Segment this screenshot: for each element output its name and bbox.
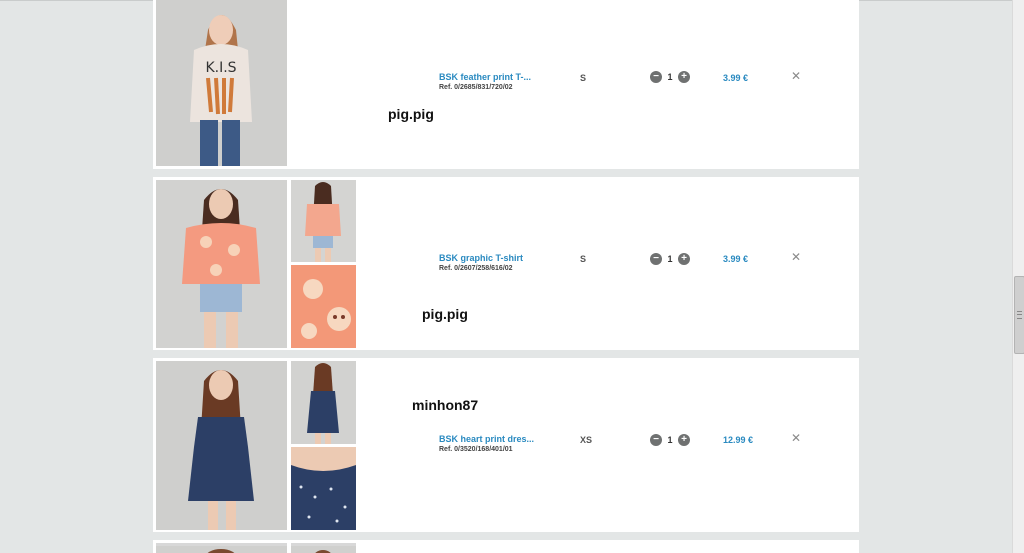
product-price: 3.99 € (723, 73, 749, 83)
minus-circle-icon[interactable]: − (650, 433, 662, 446)
grip-icon (1017, 311, 1022, 319)
product-image[interactable] (156, 361, 287, 530)
product-name-link[interactable]: BSK feather print T-... (439, 72, 531, 82)
svg-text:K.I.S: K.I.S (205, 60, 236, 76)
minus-circle-icon[interactable]: − (650, 70, 662, 83)
cart-item-row: minhon87 BSK heart print dres... Ref. 0/… (153, 358, 859, 532)
cart-item-row: BSK graphic T-shirt Ref. 0/2607/258/616/… (153, 177, 859, 350)
product-image[interactable] (291, 543, 356, 553)
product-size: XS (580, 435, 593, 445)
product-image[interactable]: K.I.S (156, 0, 287, 166)
product-reference: Ref. 0/2685/831/720/02 (439, 84, 513, 91)
quantity-value: 1 (667, 253, 673, 264)
product-price: 3.99 € (723, 254, 749, 264)
product-price: 12.99 € (723, 435, 754, 445)
product-name-link[interactable]: BSK heart print dres... (439, 434, 534, 444)
quantity-stepper: − 1 + (650, 252, 690, 265)
cart-item-row: K.I.S BSK feather print T-... Ref. 0/268… (153, 0, 859, 169)
shopping-cart-page: K.I.S BSK feather print T-... Ref. 0/268… (0, 0, 1024, 553)
quantity-value: 1 (667, 434, 673, 445)
quantity-value: 1 (667, 71, 673, 82)
product-image[interactable] (291, 361, 356, 444)
vertical-scrollbar[interactable] (1012, 0, 1024, 553)
product-image[interactable] (291, 180, 356, 262)
close-icon[interactable]: ✕ (791, 431, 801, 445)
product-image[interactable] (156, 180, 287, 348)
close-icon[interactable]: ✕ (791, 69, 801, 83)
username-watermark: pig.pig (388, 106, 434, 122)
product-reference: Ref. 0/3520/168/401/01 (439, 446, 513, 453)
product-image[interactable] (156, 543, 287, 553)
plus-circle-icon[interactable]: + (678, 433, 690, 446)
plus-circle-icon[interactable]: + (678, 252, 690, 265)
product-name-link[interactable]: BSK graphic T-shirt (439, 253, 523, 263)
product-image[interactable] (291, 447, 356, 530)
product-reference: Ref. 0/2607/258/616/02 (439, 265, 513, 272)
product-size: S (580, 73, 587, 83)
scrollbar-thumb[interactable] (1014, 276, 1024, 354)
minus-circle-icon[interactable]: − (650, 252, 662, 265)
username-watermark: pig.pig (422, 306, 468, 322)
product-size: S (580, 254, 587, 264)
quantity-stepper: − 1 + (650, 70, 690, 83)
quantity-stepper: − 1 + (650, 433, 690, 446)
product-image[interactable] (291, 265, 356, 348)
close-icon[interactable]: ✕ (791, 250, 801, 264)
plus-circle-icon[interactable]: + (678, 70, 690, 83)
cart-item-row (153, 540, 859, 553)
username-watermark: minhon87 (412, 397, 479, 413)
